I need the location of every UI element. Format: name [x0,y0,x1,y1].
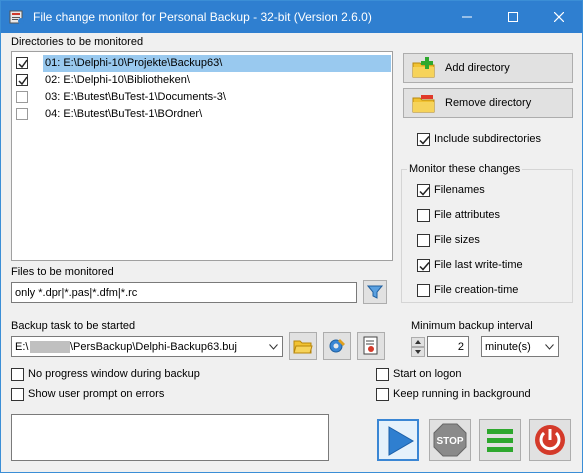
file-creation-time-label: File creation-time [434,284,519,296]
title-bar: File change monitor for Personal Backup … [1,1,582,33]
stop-button[interactable]: STOP [429,419,471,461]
list-item[interactable]: 02: E:\Delphi-10\Bibliotheken\ [13,72,391,89]
maximize-icon[interactable] [490,1,536,33]
file-creation-time-checkbox[interactable]: File creation-time [417,283,567,299]
no-progress-label: No progress window during backup [28,368,200,380]
backup-task-select[interactable]: E:\ \PersBackup\Delphi-Backup63.buj [11,336,283,357]
backup-task-prefix: E:\ [15,341,29,353]
start-on-logon-checkbox[interactable]: Start on logon [376,367,526,383]
backup-task-suffix: \PersBackup\Delphi-Backup63.buj [70,341,237,353]
files-input[interactable]: only *.dpr|*.pas|*.dfm|*.rc [11,282,357,303]
list-item[interactable]: 03: E:\Butest\BuTest-1\Documents-3\ [13,89,391,106]
list-item[interactable]: 01: E:\Delphi-10\Projekte\Backup63\ [13,55,391,72]
monitor-changes-title: Monitor these changes [407,163,523,175]
filter-button[interactable] [363,280,387,304]
file-attributes-checkbox[interactable]: File attributes [417,208,567,224]
checkbox-box[interactable] [417,133,430,146]
play-icon [388,426,414,456]
add-folder-icon [412,57,436,79]
list-item-label: 01: E:\Delphi-10\Projekte\Backup63\ [45,57,223,69]
add-directory-button[interactable]: Add directory [403,53,573,83]
remove-directory-button[interactable]: Remove directory [403,88,573,118]
files-input-value: only *.dpr|*.pas|*.dfm|*.rc [15,287,138,299]
checkbox-box[interactable] [417,184,430,197]
interval-value: 2 [457,341,464,353]
directories-label: Directories to be monitored [11,36,144,48]
settings-icon [329,339,345,353]
filenames-checkbox[interactable]: Filenames [417,183,567,199]
edit-task-button[interactable] [323,332,351,360]
file-sizes-checkbox[interactable]: File sizes [417,233,567,249]
view-log-button[interactable] [357,332,385,360]
start-button[interactable] [377,419,419,461]
backup-task-label: Backup task to be started [11,320,136,332]
redacted-path [30,341,70,353]
window-title: File change monitor for Personal Backup … [33,10,372,24]
menu-button[interactable] [479,419,521,461]
checkbox-box[interactable] [417,284,430,297]
checkbox-box[interactable] [417,209,430,222]
checkbox-box[interactable] [11,368,24,381]
add-directory-label: Add directory [445,62,510,74]
list-item-checkbox[interactable] [16,108,28,120]
filter-icon [367,285,383,299]
checkbox-box[interactable] [376,368,389,381]
remove-directory-label: Remove directory [445,97,532,109]
start-on-logon-label: Start on logon [393,368,462,380]
show-prompt-checkbox[interactable]: Show user prompt on errors [11,387,211,403]
checkbox-box[interactable] [376,388,389,401]
list-item-checkbox[interactable] [16,74,28,86]
checkbox-box[interactable] [11,388,24,401]
chevron-down-icon [269,344,278,350]
exit-button[interactable] [529,419,571,461]
stop-icon: STOP [433,423,467,457]
interval-label: Minimum backup interval [411,320,533,332]
minimize-icon[interactable] [444,1,490,33]
files-label: Files to be monitored [11,266,114,278]
include-subdirectories-label: Include subdirectories [434,133,542,145]
svg-text:STOP: STOP [436,436,463,447]
filenames-label: Filenames [434,184,485,196]
no-progress-checkbox[interactable]: No progress window during backup [11,367,211,383]
menu-icon [487,429,513,452]
file-last-write-time-checkbox[interactable]: File last write-time [417,258,567,274]
directories-list[interactable]: 01: E:\Delphi-10\Projekte\Backup63\ 02: … [11,51,393,261]
interval-unit-select[interactable]: minute(s) [481,336,559,357]
checkbox-box[interactable] [417,234,430,247]
keep-running-checkbox[interactable]: Keep running in background [376,387,556,403]
app-icon[interactable] [9,9,25,25]
keep-running-label: Keep running in background [393,388,531,400]
list-item-checkbox[interactable] [16,91,28,103]
close-icon[interactable] [536,1,582,33]
interval-input[interactable]: 2 [427,336,469,357]
list-item-label: 03: E:\Butest\BuTest-1\Documents-3\ [45,91,226,103]
power-icon [535,425,565,455]
chevron-down-icon [545,344,554,350]
main-window: File change monitor for Personal Backup … [0,0,583,473]
list-item-label: 04: E:\Butest\BuTest-1\BOrdner\ [45,108,203,120]
open-folder-icon [293,340,313,354]
list-item-label: 02: E:\Delphi-10\Bibliotheken\ [45,74,190,86]
status-memo[interactable] [11,414,329,461]
checkbox-box[interactable] [417,259,430,272]
list-item[interactable]: 04: E:\Butest\BuTest-1\BOrdner\ [13,106,391,123]
interval-unit-value: minute(s) [485,341,531,353]
interval-spinner[interactable] [411,337,425,357]
list-item-checkbox[interactable] [16,57,28,69]
show-prompt-label: Show user prompt on errors [28,388,165,400]
open-task-button[interactable] [289,332,317,360]
remove-folder-icon [412,92,436,114]
file-attributes-label: File attributes [434,209,501,221]
log-icon [363,336,378,355]
include-subdirectories-checkbox[interactable]: Include subdirectories [417,132,577,148]
file-last-write-time-label: File last write-time [434,259,523,271]
file-sizes-label: File sizes [434,234,480,246]
